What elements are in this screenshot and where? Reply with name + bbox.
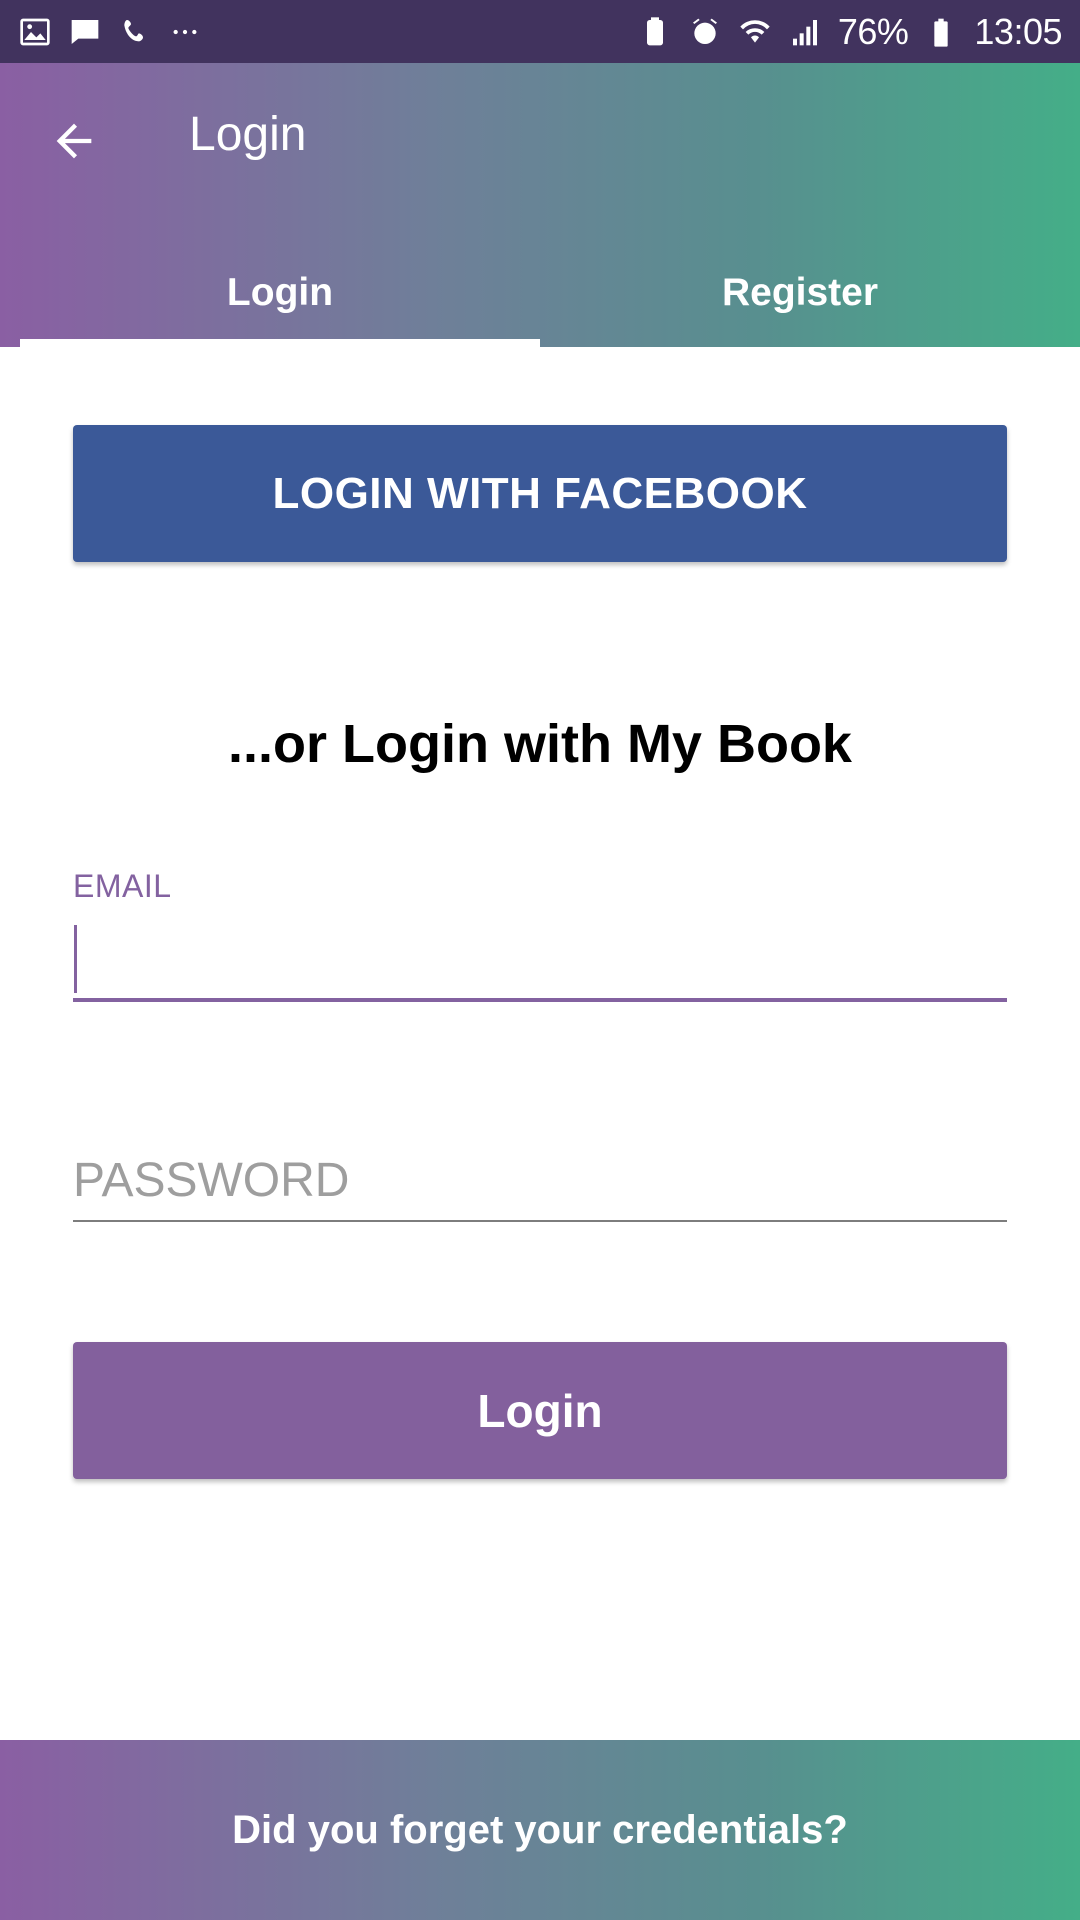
battery-percent: 76% xyxy=(837,10,909,52)
battery-saver-icon xyxy=(638,15,672,49)
page-title: Login xyxy=(189,108,307,161)
login-with-facebook-button[interactable]: LOGIN WITH FACEBOOK xyxy=(73,425,1007,562)
arrow-back-icon xyxy=(56,123,92,159)
call-icon xyxy=(118,15,152,49)
signal-icon xyxy=(788,15,822,49)
back-button[interactable] xyxy=(42,109,106,173)
app-bar: Login Login Register xyxy=(0,63,1080,347)
alarm-icon xyxy=(688,15,722,49)
tab-register[interactable]: Register xyxy=(540,253,1060,347)
forgot-credentials-button[interactable]: Did you forget your credentials? xyxy=(0,1740,1080,1920)
screen: 76% 13:05 Login Login Register LOGIN WIT… xyxy=(0,0,1080,1920)
status-right: 76% 13:05 xyxy=(638,0,1062,63)
gallery-icon xyxy=(18,15,52,49)
email-field[interactable] xyxy=(73,920,1007,1002)
tab-bar: Login Register xyxy=(20,253,1060,347)
tab-login[interactable]: Login xyxy=(20,253,540,347)
wifi-icon xyxy=(738,15,772,49)
password-field[interactable] xyxy=(73,1140,1007,1222)
battery-icon xyxy=(924,15,958,49)
text-cursor xyxy=(74,925,77,993)
status-left xyxy=(18,0,202,63)
clock: 13:05 xyxy=(974,10,1062,52)
login-button[interactable]: Login xyxy=(73,1342,1007,1479)
more-dots-icon xyxy=(168,15,202,49)
or-login-heading: ...or Login with My Book xyxy=(228,714,852,774)
email-label: EMAIL xyxy=(73,868,172,904)
forgot-credentials-label: Did you forget your credentials? xyxy=(232,1807,848,1852)
status-bar: 76% 13:05 xyxy=(0,0,1080,63)
message-icon xyxy=(68,15,102,49)
